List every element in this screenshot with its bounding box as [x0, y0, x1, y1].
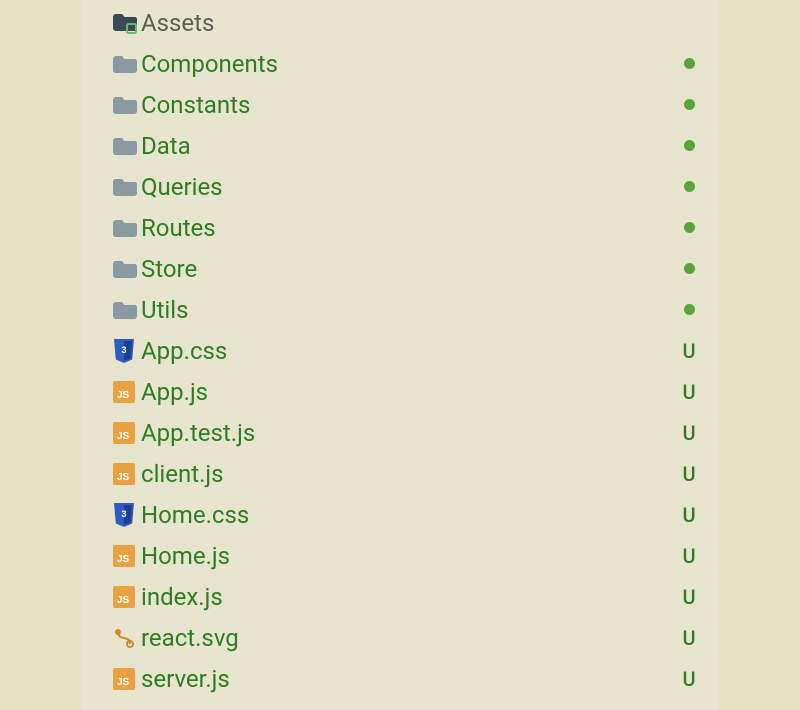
git-status [677, 222, 701, 233]
svg-text:JS: JS [117, 677, 130, 688]
file-tree-item-label: Utils [141, 296, 677, 324]
svg-text:JS: JS [117, 390, 130, 401]
git-status: U [677, 585, 701, 609]
css-file-icon: 3 [113, 503, 141, 527]
file-tree-item-label: Routes [141, 214, 677, 242]
folder-icon [113, 300, 141, 320]
file-tree-item[interactable]: JS App.test.jsU [81, 412, 719, 453]
svg-file-icon [113, 627, 141, 649]
file-tree-item[interactable]: Queries [81, 166, 719, 207]
file-tree-item[interactable]: Components [81, 43, 719, 84]
git-status-dot-icon [684, 58, 695, 69]
file-tree-item-label: Home.css [141, 501, 677, 529]
git-status-untracked: U [682, 503, 695, 527]
git-status: U [677, 380, 701, 404]
file-tree-item-label: Home.js [141, 542, 677, 570]
file-tree-item[interactable]: Assets [81, 2, 719, 43]
svg-text:3: 3 [121, 509, 126, 519]
git-status: U [677, 544, 701, 568]
git-status-dot-icon [684, 181, 695, 192]
git-status [677, 181, 701, 192]
git-status: U [677, 462, 701, 486]
file-tree-item[interactable]: JS server.jsU [81, 658, 719, 699]
folder-icon [113, 177, 141, 197]
file-tree-item[interactable]: Constants [81, 84, 719, 125]
file-tree-item-label: App.css [141, 337, 677, 365]
file-tree-item-label: react.svg [141, 624, 677, 652]
git-status: U [677, 626, 701, 650]
git-status-dot-icon [684, 263, 695, 274]
file-tree-item[interactable]: JS App.jsU [81, 371, 719, 412]
git-status-dot-icon [684, 222, 695, 233]
js-file-icon: JS [113, 668, 141, 690]
file-tree-item-label: Data [141, 132, 677, 160]
file-tree-item[interactable]: Utils [81, 289, 719, 330]
file-tree-item-label: Assets [141, 9, 677, 37]
file-tree-item-label: index.js [141, 583, 677, 611]
folder-icon [113, 136, 141, 156]
js-file-icon: JS [113, 422, 141, 444]
git-status [677, 58, 701, 69]
file-tree-item-label: Constants [141, 91, 677, 119]
folder-icon [113, 218, 141, 238]
file-explorer-panel[interactable]: Assets Components Constants Data Queries… [81, 0, 719, 710]
js-file-icon: JS [113, 586, 141, 608]
git-status [677, 263, 701, 274]
git-status [677, 140, 701, 151]
file-tree-item-label: Queries [141, 173, 677, 201]
git-status-untracked: U [682, 421, 695, 445]
file-tree-item-label: Components [141, 50, 677, 78]
git-status-dot-icon [684, 99, 695, 110]
editor-area: Assets Components Constants Data Queries… [0, 0, 800, 710]
git-status-untracked: U [682, 380, 695, 404]
folder-icon [113, 259, 141, 279]
file-tree-item[interactable]: 3 Home.cssU [81, 494, 719, 535]
file-tree-item[interactable]: 3 App.cssU [81, 330, 719, 371]
git-status-dot-icon [684, 140, 695, 151]
folder-assets-icon [113, 12, 141, 34]
git-status-untracked: U [682, 544, 695, 568]
file-tree-item-label: App.test.js [141, 419, 677, 447]
file-tree-item[interactable]: JS index.jsU [81, 576, 719, 617]
git-status-dot-icon [684, 304, 695, 315]
git-status: U [677, 503, 701, 527]
svg-text:JS: JS [117, 595, 130, 606]
git-status-untracked: U [682, 339, 695, 363]
folder-icon [113, 95, 141, 115]
file-tree-item-label: client.js [141, 460, 677, 488]
file-tree-item[interactable]: Routes [81, 207, 719, 248]
js-file-icon: JS [113, 463, 141, 485]
git-status [677, 304, 701, 315]
git-status: U [677, 667, 701, 691]
css-file-icon: 3 [113, 339, 141, 363]
file-tree-item-label: server.js [141, 665, 677, 693]
js-file-icon: JS [113, 381, 141, 403]
git-status-untracked: U [682, 626, 695, 650]
file-tree-item[interactable]: JS Home.jsU [81, 535, 719, 576]
git-status-untracked: U [682, 667, 695, 691]
svg-text:3: 3 [121, 345, 126, 355]
git-status: U [677, 339, 701, 363]
folder-icon [113, 54, 141, 74]
file-tree-item[interactable]: react.svgU [81, 617, 719, 658]
file-tree-item-label: Store [141, 255, 677, 283]
file-tree-item-label: App.js [141, 378, 677, 406]
file-tree-item[interactable]: Data [81, 125, 719, 166]
svg-text:JS: JS [117, 431, 130, 442]
git-status-untracked: U [682, 585, 695, 609]
git-status [677, 99, 701, 110]
file-tree-item[interactable]: Store [81, 248, 719, 289]
js-file-icon: JS [113, 545, 141, 567]
svg-text:JS: JS [117, 472, 130, 483]
git-status-untracked: U [682, 462, 695, 486]
file-tree-item[interactable]: JS client.jsU [81, 453, 719, 494]
file-tree: Assets Components Constants Data Queries… [81, 0, 719, 699]
git-status: U [677, 421, 701, 445]
svg-text:JS: JS [117, 554, 130, 565]
